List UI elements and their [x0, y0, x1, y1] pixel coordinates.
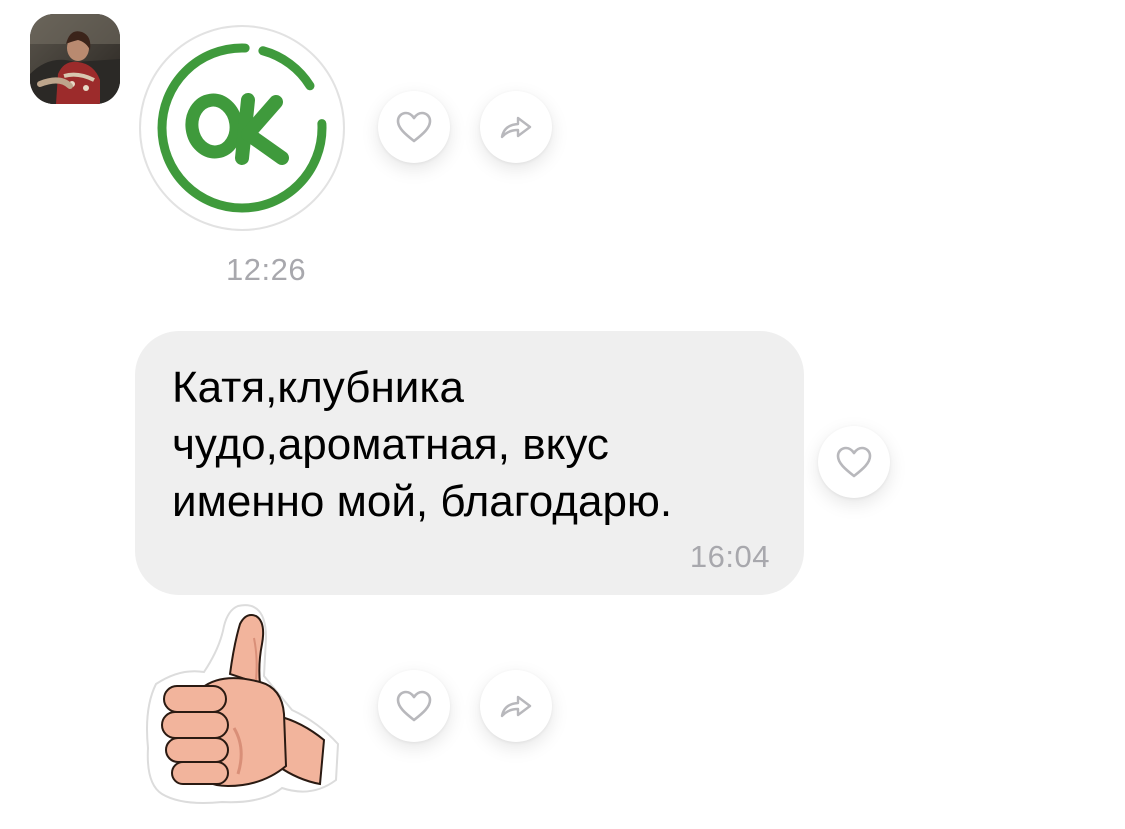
message-time: 12:26	[226, 252, 307, 287]
heart-icon	[396, 690, 432, 722]
thumbs-up-sticker-image	[146, 604, 340, 804]
ok-sticker-image	[139, 25, 345, 231]
like-button[interactable]	[378, 91, 450, 163]
message-time: 16:04	[689, 539, 770, 574]
like-button[interactable]	[378, 670, 450, 742]
share-button[interactable]	[480, 91, 552, 163]
share-button[interactable]	[480, 670, 552, 742]
share-icon	[500, 116, 532, 139]
thumbs-up-sticker[interactable]	[142, 598, 342, 808]
avatar-photo	[30, 14, 120, 104]
share-icon	[500, 695, 532, 718]
sender-avatar[interactable]	[30, 14, 120, 104]
like-button[interactable]	[818, 426, 890, 498]
message-text: Катя,клубника чудо,ароматная, вкус именн…	[172, 363, 673, 526]
ok-sticker[interactable]	[136, 22, 348, 234]
heart-icon	[396, 111, 432, 143]
message-bubble[interactable]: Катя,клубника чудо,ароматная, вкус именн…	[135, 331, 804, 595]
heart-icon	[836, 446, 872, 478]
